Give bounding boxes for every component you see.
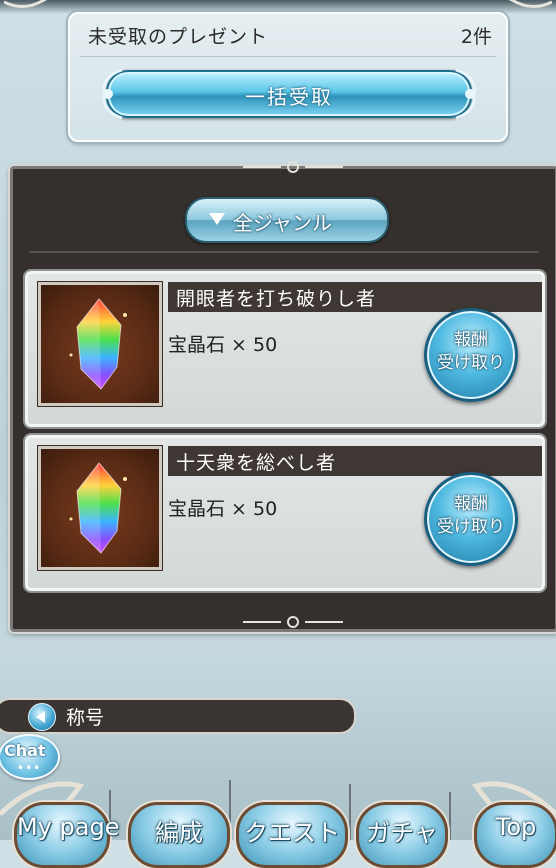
nav-top-button[interactable]: Top [474,802,556,868]
claim-label-line1: 報酬 [454,494,488,514]
nav-party-button[interactable]: 編成 [128,802,230,868]
rainbow-crystal-icon [38,282,162,406]
present-count: 2件 [460,26,492,48]
nav-quest-button[interactable]: クエスト [236,802,348,868]
claim-reward-button[interactable]: 報酬 受け取り [424,472,518,566]
panel-ornament-top-icon [243,161,343,173]
panel-ornament-bottom-icon [243,616,343,628]
triangle-down-icon [209,213,225,225]
achievement-title: 開眼者を打ち破りし者 [176,288,377,310]
genre-filter-label: 全ジャンル [233,211,332,235]
unreceived-present-panel: 未受取のプレゼント 2件 一括受取 [68,12,508,142]
divider [29,251,539,253]
achievement-item: 開眼者を打ち破りし者 宝晶石 × 50 報酬受け取り [25,271,545,427]
bulk-receive-button[interactable]: 一括受取 [102,68,476,120]
chat-dots: ••• [17,761,42,775]
achievement-reward: 宝晶石 × 50 [168,334,278,356]
corner-ornament-right [508,0,552,8]
nav-label: 編成 [155,819,203,847]
nav-gacha-button[interactable]: ガチャ [356,802,448,868]
button-ornament-right-icon [455,68,476,120]
item-title-bar: 開眼者を打ち破りし者 [168,282,542,312]
achievement-title: 十天衆を総べし者 [176,452,337,474]
title-section-bar[interactable]: 称号 [0,698,356,734]
chat-button[interactable]: Chat ••• [0,734,60,780]
achievement-list-panel: 全ジャンル 開眼者を打ち破りし者 宝晶石 × 50 報酬 受け取り 十天衆を総べ… [10,161,556,632]
chat-label: Chat [4,741,46,760]
item-title-bar: 十天衆を総べし者 [168,446,542,476]
nav-label: ガチャ [366,819,438,847]
claim-label-line1: 報酬 [454,330,488,350]
corner-ornament-left [4,0,48,8]
achievement-reward: 宝晶石 × 50 [168,498,278,520]
nav-label: Top [495,813,537,841]
present-label: 未受取のプレゼント [88,26,269,48]
divider [80,56,496,57]
rainbow-crystal-icon [38,446,162,570]
genre-filter-dropdown[interactable]: 全ジャンル [185,197,389,243]
claim-label-line2: 受け取り [437,517,505,537]
claim-reward-button[interactable]: 報酬 受け取り [424,308,518,402]
achievement-item: 十天衆を総べし者 宝晶石 × 50 報酬受け取り [25,435,545,591]
nav-label: クエスト [244,819,340,847]
claim-label-line2: 受け取り [437,353,505,373]
nav-mypage-button[interactable]: My page [14,802,120,868]
title-section-label: 称号 [66,707,105,729]
back-arrow-icon[interactable] [28,703,56,731]
bulk-receive-label: 一括受取 [245,85,333,109]
nav-label: My page [17,813,120,841]
